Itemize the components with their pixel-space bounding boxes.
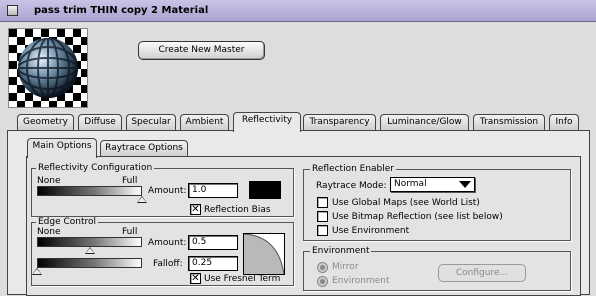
reflectivity-amount-slider[interactable] [37,186,142,196]
falloff-field[interactable]: 0.25 [188,256,238,271]
slider-thumb-icon[interactable] [84,247,95,254]
amount-label: Amount: [148,186,187,196]
create-new-master-button[interactable]: Create New Master [138,41,265,60]
slider-thumb-icon[interactable] [137,196,147,203]
falloff-curve-icon [243,233,285,275]
checkmark-icon: ✕ [191,204,200,215]
raytrace-mode-label: Raytrace Mode: [316,181,387,191]
configure-button[interactable]: Configure... [438,264,526,282]
raytrace-mode-select[interactable]: Normal [390,177,475,192]
group-title: Environment [310,246,372,256]
falloff-slider[interactable] [37,258,142,268]
use-bitmap-reflection-label: Use Bitmap Reflection (see list below) [332,212,503,222]
edge-amount-field[interactable]: 0.5 [188,235,238,250]
group-title: Reflectivity Configuration [36,163,155,173]
environment-label: Environment [332,276,390,286]
slider-thumb-icon[interactable] [32,268,42,275]
raytrace-mode-value: Normal [394,179,427,189]
reflection-bias-label: Reflection Bias [204,205,271,215]
tab-specular[interactable]: Specular [126,114,176,131]
tab-diffuse[interactable]: Diffuse [78,114,122,131]
tab-reflectivity[interactable]: Reflectivity [233,112,301,132]
use-global-maps-checkbox[interactable] [317,197,328,208]
group-title: Reflection Enabler [310,164,396,174]
use-bitmap-reflection-checkbox[interactable] [317,211,328,222]
reflectivity-amount-field[interactable]: 1.0 [188,183,238,198]
slider-max-label: Full [122,227,138,237]
subtab-raytrace-options[interactable]: Raytrace Options [100,140,188,157]
tab-geometry[interactable]: Geometry [17,114,74,131]
slider-max-label: Full [122,176,138,186]
mirror-label: Mirror [332,262,359,272]
mirror-radio[interactable] [317,262,328,273]
slider-min-label: None [37,227,61,237]
reflection-bias-checkbox[interactable]: ✕ [190,204,201,215]
use-global-maps-label: Use Global Maps (see World List) [332,198,480,208]
edge-amount-slider[interactable] [37,237,142,247]
title-bar[interactable]: pass trim THIN copy 2 Material [0,0,596,22]
checkmark-icon: ✕ [191,273,200,284]
triangle-down-icon [459,181,471,188]
tab-ambient[interactable]: Ambient [180,114,229,131]
environment-radio[interactable] [317,276,328,287]
use-fresnel-term-label: Use Fresnel Term [204,274,281,284]
close-box-icon[interactable] [7,5,18,16]
use-environment-checkbox[interactable] [317,225,328,236]
slider-min-label: None [37,176,61,186]
use-environment-label: Use Environment [332,226,410,236]
falloff-label: Falloff: [153,259,183,269]
reflectivity-color-swatch[interactable] [249,181,281,199]
tab-transparency[interactable]: Transparency [303,114,376,131]
group-title: Edge Control [36,217,99,227]
tab-info[interactable]: Info [549,114,579,131]
use-fresnel-term-checkbox[interactable]: ✕ [190,273,201,284]
window-title: pass trim THIN copy 2 Material [34,5,209,16]
amount-label: Amount: [148,238,187,248]
tab-transmission[interactable]: Transmission [473,114,545,131]
tab-luminance-glow[interactable]: Luminance/Glow [380,114,469,131]
material-preview-sphere [8,28,88,108]
subtab-main-options[interactable]: Main Options [27,138,97,158]
